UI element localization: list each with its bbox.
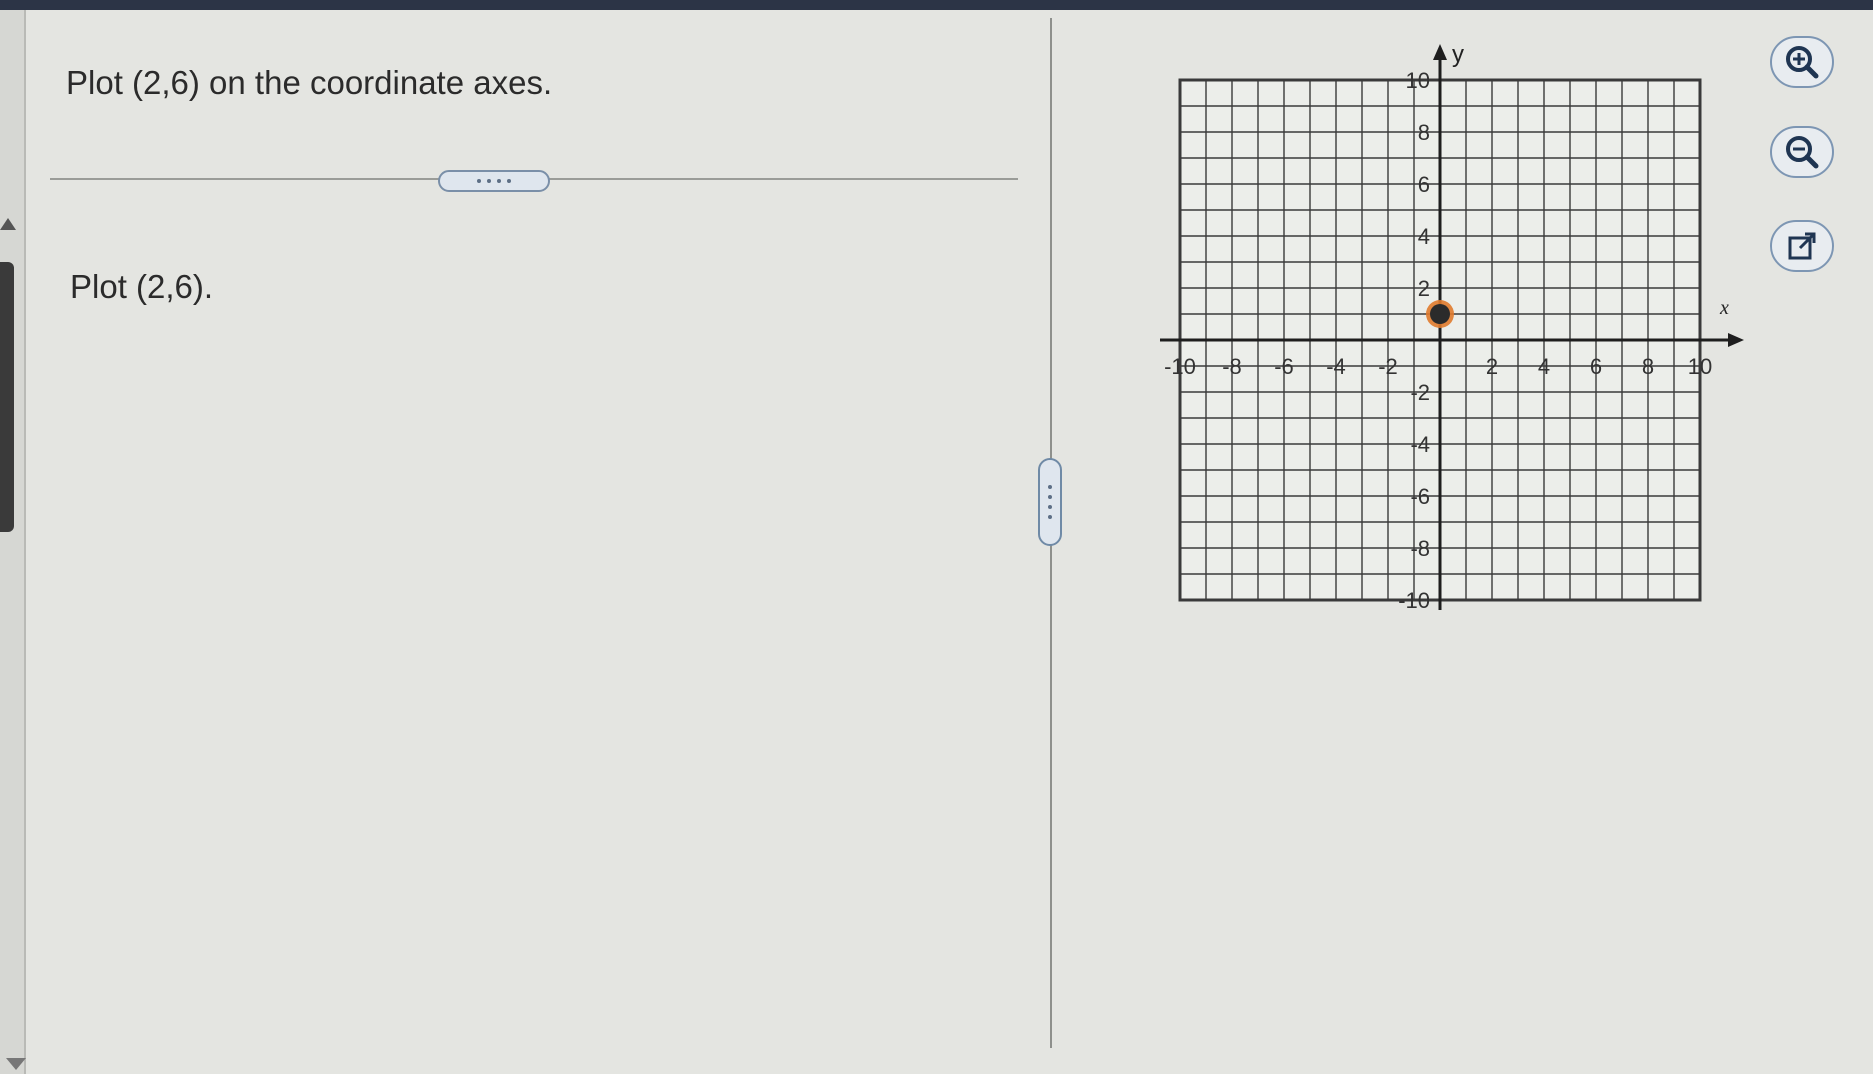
x-tick-label: 10 — [1688, 354, 1712, 379]
external-link-icon — [1788, 232, 1816, 260]
graph-canvas[interactable]: x y -10 -8 -6 -4 -2 2 4 6 8 10 10 8 6 4 2 -2 -4 -6 -8 -10 — [1140, 30, 1780, 650]
x-tick-label: 2 — [1486, 354, 1498, 379]
x-tick-label: 8 — [1642, 354, 1654, 379]
y-tick-label: -10 — [1398, 588, 1430, 613]
collapse-down-icon[interactable] — [6, 1058, 26, 1070]
dot-icon — [1048, 515, 1052, 519]
x-axis-label: x — [1719, 297, 1729, 319]
y-tick-label: 10 — [1406, 68, 1430, 93]
y-tick-label: -8 — [1410, 536, 1430, 561]
y-tick-label: 6 — [1418, 172, 1430, 197]
zoom-in-button[interactable] — [1770, 36, 1834, 88]
y-tick-label: 4 — [1418, 224, 1430, 249]
top-strip — [0, 0, 1873, 10]
question-text: Plot (2,6) on the coordinate axes. — [66, 64, 553, 101]
dot-icon — [507, 179, 511, 183]
zoom-in-icon — [1786, 46, 1819, 79]
popout-button[interactable] — [1770, 220, 1834, 272]
x-axis-arrow-icon — [1728, 333, 1744, 347]
plotted-point[interactable] — [1430, 304, 1450, 324]
dot-icon — [487, 179, 491, 183]
x-tick-label: -4 — [1326, 354, 1346, 379]
left-panel-handle[interactable] — [0, 262, 14, 532]
question-pane: Plot (2,6) on the coordinate axes. Plot … — [28, 16, 1048, 1066]
instruction-text: Plot (2,6). — [70, 268, 214, 305]
splitter-grip[interactable] — [1038, 458, 1062, 546]
x-tick-label: -6 — [1274, 354, 1294, 379]
collapse-up-icon[interactable] — [0, 218, 16, 230]
expand-button[interactable] — [438, 170, 550, 192]
y-tick-label: 2 — [1418, 276, 1430, 301]
y-tick-label: -4 — [1410, 432, 1430, 457]
y-tick-label: -2 — [1410, 380, 1430, 405]
zoom-out-icon — [1786, 136, 1819, 169]
coordinate-graph[interactable]: x y -10 -8 -6 -4 -2 2 4 6 8 10 10 8 6 4 2 -2 -4 -6 -8 -10 — [1140, 30, 1780, 650]
x-tick-label: -8 — [1222, 354, 1242, 379]
dot-icon — [477, 179, 481, 183]
y-tick-label: -6 — [1410, 484, 1430, 509]
x-tick-label: -10 — [1164, 354, 1196, 379]
left-rail — [0, 10, 26, 1074]
dot-icon — [1048, 505, 1052, 509]
x-tick-label: 4 — [1538, 354, 1550, 379]
dot-icon — [497, 179, 501, 183]
y-axis-label: y — [1452, 41, 1464, 68]
zoom-out-button[interactable] — [1770, 126, 1834, 178]
dot-icon — [1048, 495, 1052, 499]
dot-icon — [1048, 485, 1052, 489]
y-axis-arrow-icon — [1433, 44, 1447, 60]
x-tick-label: 6 — [1590, 354, 1602, 379]
y-tick-label: 8 — [1418, 120, 1430, 145]
x-tick-label: -2 — [1378, 354, 1398, 379]
